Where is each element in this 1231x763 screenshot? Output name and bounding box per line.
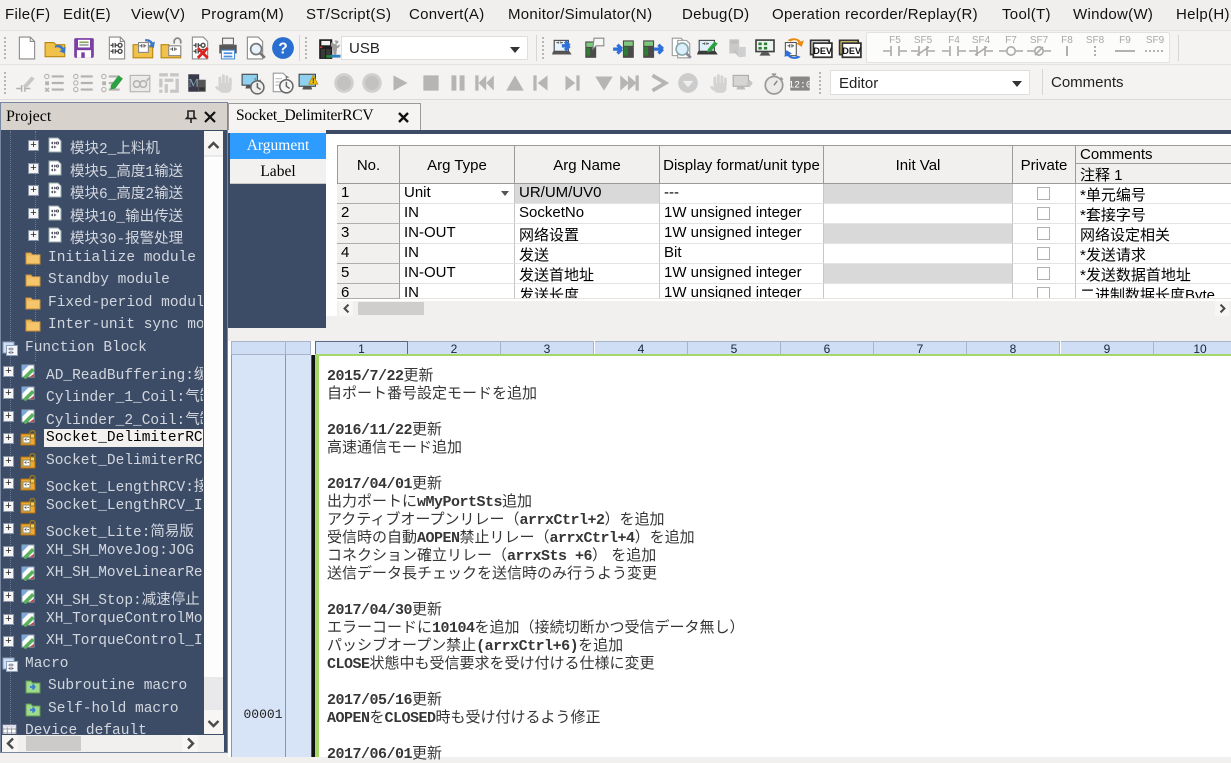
svg-text:DEV: DEV bbox=[813, 46, 833, 56]
svg-text:?: ? bbox=[278, 40, 287, 57]
svg-text:12:0: 12:0 bbox=[788, 79, 812, 90]
svg-text:M: M bbox=[188, 75, 199, 89]
svg-text:DEV: DEV bbox=[842, 46, 862, 56]
svg-text:!: ! bbox=[312, 76, 315, 85]
